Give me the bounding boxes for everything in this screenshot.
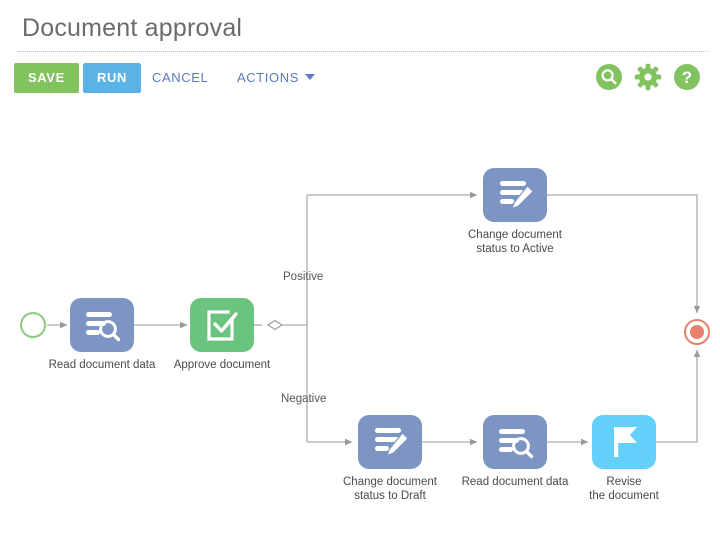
help-icon[interactable]: ? — [673, 63, 701, 91]
check-square-icon — [207, 310, 238, 341]
gear-icon[interactable] — [634, 63, 662, 91]
document-search-icon — [86, 312, 121, 342]
node-revise-the-document[interactable] — [592, 415, 656, 469]
node-read-document-data-1[interactable] — [70, 298, 134, 352]
node-change-status-draft[interactable] — [358, 415, 422, 469]
node-label-revise-the-document: Revise the document — [589, 476, 659, 502]
node-approve-document[interactable] — [190, 298, 254, 352]
page-title: Document approval — [22, 14, 243, 42]
toolbar: SAVE RUN CANCEL ACTIONS ? — [0, 63, 720, 99]
node-label-change-status-active: Change document status to Active — [468, 229, 562, 255]
workflow-canvas[interactable]: Positive Negative Read document data App… — [0, 108, 720, 535]
actions-button[interactable]: ACTIONS — [237, 63, 315, 93]
svg-text:?: ? — [682, 68, 692, 87]
title-divider — [18, 51, 708, 52]
exclusive-gateway — [266, 319, 284, 331]
chevron-down-icon — [304, 74, 315, 80]
run-button[interactable]: RUN — [83, 63, 141, 93]
node-read-document-data-2[interactable] — [483, 415, 547, 469]
branch-label-negative: Negative — [281, 393, 327, 405]
branch-label-positive: Positive — [283, 271, 324, 283]
save-button[interactable]: SAVE — [14, 63, 79, 93]
flag-icon — [614, 427, 637, 457]
start-event[interactable] — [20, 312, 46, 338]
node-label-approve-document: Approve document — [173, 359, 271, 371]
document-search-icon — [499, 429, 534, 459]
document-edit-icon — [500, 181, 534, 210]
cancel-button[interactable]: CANCEL — [152, 63, 208, 93]
node-change-status-active[interactable] — [483, 168, 547, 222]
document-edit-icon — [375, 428, 409, 457]
end-event[interactable] — [684, 319, 710, 345]
actions-button-label: ACTIONS — [237, 70, 299, 85]
search-icon[interactable] — [595, 63, 623, 91]
